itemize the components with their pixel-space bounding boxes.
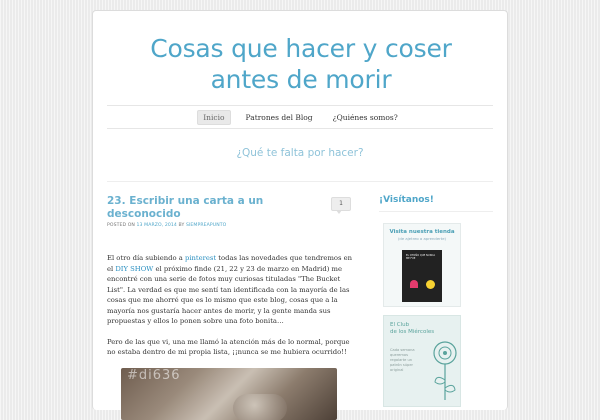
sidebar-widget-title: ¡Visítanos! (379, 195, 493, 212)
comment-count-badge[interactable]: 1 (331, 197, 351, 214)
blog-post: 23. Escribir una carta a un desconocido … (107, 195, 353, 420)
site-tagline: ¿Qué te falta por hacer? (236, 147, 364, 159)
pinterest-link[interactable]: pinterest (185, 254, 216, 262)
post-image-hashtag: #di636 (127, 367, 181, 383)
meta-by: BY (178, 223, 185, 228)
meta-posted-on: POSTED ON (107, 223, 135, 228)
post-number: 23. (107, 195, 126, 207)
post-image[interactable]: #di636 (121, 367, 337, 420)
shop-banner-subtitle: (de ajetreo a aprenderte) (397, 236, 447, 241)
page-container: Cosas que hacer y coser antes de morir I… (92, 10, 508, 420)
shop-banner[interactable]: Visita nuestra tienda (de ajetreo a apre… (383, 223, 461, 307)
post-title[interactable]: 23. Escribir una carta a un desconocido (107, 195, 317, 221)
post-paragraph-2: Pero de las que vi, una me llamó la aten… (107, 337, 350, 357)
post-paragraph-1: El otro día subiendo a pinterest todas l… (107, 253, 353, 327)
keys-image-detail (233, 393, 287, 420)
club-banner[interactable]: El Club de los Miércoles Cada semana que… (383, 315, 461, 407)
club-banner-title: El Club de los Miércoles (390, 322, 435, 335)
main-nav: Inicio Patrones del Blog ¿Quiénes somos? (107, 105, 493, 129)
para1-text-1: El otro día subiendo a (107, 254, 185, 262)
shop-banner-title: Visita nuestra tienda (389, 229, 455, 235)
para1-text-3: el próximo finde (21, 22 y 23 de marzo e… (107, 264, 350, 326)
book-cover-image: EL OTOÑO QUE NUNCA ME FUE (402, 250, 442, 302)
sidebar: ¡Visítanos! Visita nuestra tienda (de aj… (379, 195, 493, 407)
post-body: El otro día subiendo a pinterest todas l… (107, 253, 353, 420)
post-meta: POSTED ON 13 MARZO, 2014 BY SIEMPREAPUNT… (107, 223, 353, 228)
heart-icon (410, 280, 418, 288)
pacman-icon (426, 280, 435, 289)
nav-item-quienes-somos[interactable]: ¿Quiénes somos? (328, 111, 403, 124)
post-title-text[interactable]: Escribir una carta a un desconocido (107, 195, 263, 220)
post-author-link[interactable]: SIEMPREAPUNTO (186, 223, 226, 228)
nav-item-inicio[interactable]: Inicio (197, 109, 231, 125)
club-banner-body: Cada semana queremos regalarte un patrón… (390, 348, 415, 372)
nav-item-patrones[interactable]: Patrones del Blog (241, 111, 318, 124)
diy-show-link[interactable]: DIY SHOW (115, 265, 153, 273)
header-divider (107, 181, 493, 182)
flower-icon (433, 341, 457, 400)
book-cover-text: EL OTOÑO QUE NUNCA ME FUE (406, 254, 436, 260)
site-title[interactable]: Cosas que hacer y coser antes de morir (113, 33, 489, 95)
post-date-link[interactable]: 13 MARZO, 2014 (137, 223, 177, 228)
